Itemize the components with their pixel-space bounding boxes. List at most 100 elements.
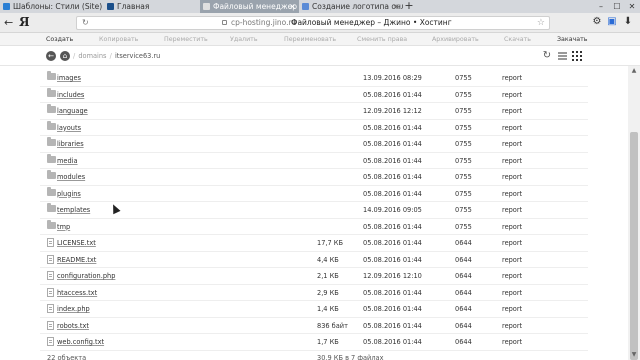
file-modified-date: 05.08.2016 01:44 [363,255,422,264]
tab-logo-maker[interactable]: Создание логотипа онлайн × [299,0,403,13]
home-icon[interactable]: ⌂ [60,51,70,61]
file-owner: report [502,140,523,148]
back-arrow-icon[interactable]: ← [4,16,13,29]
file-name[interactable]: includes [57,87,84,103]
grid-view-icon[interactable] [572,51,582,61]
scroll-up-icon[interactable]: ▲ [628,66,640,76]
file-modified-date: 05.08.2016 01:44 [363,288,422,297]
file-modified-date: 05.08.2016 01:44 [363,321,422,330]
joomla-favicon-icon [3,3,10,10]
yandex-logo[interactable]: Я [19,15,30,29]
vertical-scrollbar[interactable]: ▲ ▼ [628,66,640,360]
file-row[interactable]: language 12.09.2016 12:12 0755 report [40,103,588,120]
tab-title: Файловый менеджер [213,2,298,11]
breadcrumb-domains[interactable]: domains [78,52,106,60]
breadcrumb-current: itservice63.ru [114,52,161,60]
close-window-icon[interactable]: ✕ [624,0,640,13]
reload-icon[interactable]: ↻ [82,17,89,29]
file-name[interactable]: libraries [57,136,84,152]
file-row[interactable]: README.txt 4,4 КБ 05.08.2016 01:44 0644 repo… [40,252,588,268]
file-name[interactable]: htaccess.txt [57,285,97,301]
file-modified-date: 05.08.2016 01:44 [363,338,422,346]
file-size: 17,7 КБ [317,239,343,247]
file-row[interactable]: libraries 05.08.2016 01:44 0755 report [40,136,588,153]
folder-icon [47,71,56,80]
scroll-down-icon[interactable]: ▼ [628,350,640,360]
file-row[interactable]: plugins 05.08.2016 01:44 0755 report [40,186,588,202]
file-row[interactable]: configuration.php 2,1 КБ 12.09.2016 12:10 0… [40,268,588,285]
file-permissions: 0644 [455,288,472,297]
change-permissions-button[interactable]: Сменить права [357,33,407,46]
archive-button[interactable]: Архивировать [432,33,479,46]
file-row[interactable]: templates 14.09.2016 09:05 0755 report [40,202,588,219]
file-name[interactable]: web.config.txt [57,334,104,350]
refresh-icon[interactable]: ↻ [542,51,552,61]
maximize-icon[interactable]: ☐ [609,0,625,13]
path-bar: ← ⌂ / domains / itservice63.ru ↻ [0,46,640,66]
folder-icon [47,104,56,113]
tab-templates[interactable]: Шаблоны: Стили (Site) - Ко [0,0,104,13]
new-tab-button[interactable]: + [403,0,415,13]
file-row[interactable]: modules 05.08.2016 01:44 0755 report [40,169,588,186]
extension-icon[interactable]: ▣ [606,16,618,28]
file-permissions: 0755 [455,156,472,165]
file-modified-date: 05.08.2016 01:44 [363,305,422,313]
file-name[interactable]: images [57,70,81,86]
file-row[interactable]: index.php 1,4 КБ 05.08.2016 01:44 0644 repor… [40,301,588,318]
file-modified-date: 05.08.2016 01:44 [363,123,422,132]
delete-button[interactable]: Удалить [230,33,258,46]
file-size: 836 байт [317,321,348,330]
folder-icon [47,203,56,212]
file-name[interactable]: tmp [57,219,70,235]
bookmark-star-icon[interactable]: ☆ [537,17,545,29]
upload-button[interactable]: Закачать [557,33,588,46]
tab-file-manager[interactable]: Файловый менеджер × [200,0,299,13]
back-arrow-icon[interactable]: ← [46,51,56,61]
file-name[interactable]: media [57,153,78,169]
move-button[interactable]: Переместить [164,33,208,46]
copy-button[interactable]: Копировать [99,33,138,46]
list-view-icon[interactable] [558,52,567,60]
close-tab-icon[interactable]: × [289,0,296,13]
close-tab-icon[interactable]: × [393,0,400,13]
scrollbar-thumb[interactable] [630,132,638,360]
file-name[interactable]: layouts [57,120,81,136]
file-owner: report [502,239,523,247]
file-row[interactable]: includes 05.08.2016 01:44 0755 report [40,87,588,103]
file-permissions: 0755 [455,140,472,148]
browser-window: Шаблоны: Стили (Site) - Ко Главная Файло… [0,0,640,360]
file-name[interactable]: index.php [57,301,90,317]
file-row[interactable]: htaccess.txt 2,9 КБ 05.08.2016 01:44 0644 re… [40,285,588,301]
file-row[interactable]: layouts 05.08.2016 01:44 0755 report [40,120,588,136]
file-name[interactable]: modules [57,169,85,185]
file-row[interactable]: tmp 05.08.2016 01:44 0755 report [40,219,588,235]
file-name[interactable]: plugins [57,186,81,202]
file-name[interactable]: README.txt [57,252,96,268]
file-name[interactable]: language [57,103,88,119]
file-size: 2,1 КБ [317,272,339,280]
tab-title: Шаблоны: Стили (Site) - Ко [13,2,104,11]
create-button[interactable]: Создать [46,33,73,46]
address-field[interactable]: ↻ cp-hosting.jino.ru Файловый менеджер –… [76,16,550,30]
file-row[interactable]: robots.txt 836 байт 05.08.2016 01:44 0644 re… [40,318,588,334]
settings-gear-icon[interactable]: ⚙ [591,16,603,28]
file-modified-date: 05.08.2016 01:44 [363,90,422,99]
file-list: images 13.09.2016 08:29 0755 report includes… [0,66,628,352]
file-icon [47,271,54,280]
file-name[interactable]: configuration.php [57,268,115,284]
download-button[interactable]: Скачать [504,33,531,46]
file-name[interactable]: LICENSE.txt [57,235,96,251]
minimize-icon[interactable]: – [593,0,609,13]
file-row[interactable]: images 13.09.2016 08:29 0755 report [40,70,588,87]
file-icon [47,304,54,313]
file-owner: report [502,156,523,165]
rename-button[interactable]: Переименовать [284,33,336,46]
download-icon[interactable]: ⬇ [622,16,634,28]
tab-home[interactable]: Главная [104,0,200,13]
file-row[interactable]: web.config.txt 1,7 КБ 05.08.2016 01:44 0644… [40,334,588,351]
file-permissions: 0755 [455,107,472,115]
file-row[interactable]: media 05.08.2016 01:44 0755 report [40,153,588,169]
file-name[interactable]: robots.txt [57,318,89,334]
file-name[interactable]: templates [57,202,90,218]
file-row[interactable]: LICENSE.txt 17,7 КБ 05.08.2016 01:44 0644 re… [40,235,588,252]
